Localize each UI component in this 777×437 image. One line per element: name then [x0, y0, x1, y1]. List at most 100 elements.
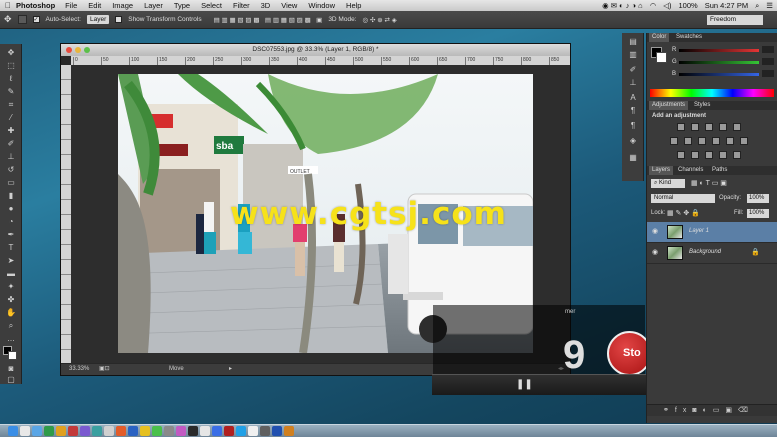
layer-row-background[interactable]: ◉ Background 🔒: [647, 243, 777, 264]
dodge-tool-icon[interactable]: ◔: [4, 217, 18, 227]
hand-tool-icon[interactable]: ✋: [4, 308, 18, 318]
status-icons[interactable]: ◉ ✉ ◐ ♪ ◑ ⌂: [602, 1, 643, 10]
menu-view[interactable]: View: [281, 1, 297, 10]
new-layer-icon[interactable]: ▣: [725, 407, 738, 414]
properties-panel-icon[interactable]: ▥: [626, 50, 640, 60]
layer-row-layer1[interactable]: ◉ Layer 1: [647, 222, 777, 243]
status-tool[interactable]: Move: [169, 364, 184, 375]
auto-select-checkbox[interactable]: [32, 16, 40, 23]
apple-menu-icon[interactable]: : [0, 1, 16, 10]
dock-app-icon[interactable]: [260, 426, 270, 436]
dock-app-icon[interactable]: [212, 426, 222, 436]
dock-app-icon[interactable]: [164, 426, 174, 436]
opacity-input[interactable]: 100%: [747, 194, 769, 203]
move-tool-icon[interactable]: ✥: [4, 14, 12, 25]
dock-app-icon[interactable]: [200, 426, 210, 436]
channel-b-value[interactable]: [762, 70, 774, 77]
history-panel-icon[interactable]: ▤: [626, 37, 640, 47]
tab-adjustments[interactable]: Adjustments: [649, 101, 689, 110]
adjustment-layer-icon[interactable]: ◐: [703, 407, 713, 414]
dock-app-icon[interactable]: [140, 426, 150, 436]
blend-mode-dropdown[interactable]: Normal: [651, 194, 715, 203]
dock-app-icon[interactable]: [20, 426, 30, 436]
exposure-icon[interactable]: [719, 123, 727, 131]
mask-icon[interactable]: ◙: [692, 407, 702, 414]
color-spectrum-bar[interactable]: [650, 89, 774, 97]
marquee-tool-icon[interactable]: ⬚: [4, 61, 18, 71]
status-arrow-icon[interactable]: ▸: [229, 364, 232, 375]
link-layers-icon[interactable]: ⚭: [663, 407, 675, 414]
pen-tool-icon[interactable]: ✒: [4, 230, 18, 240]
screen-mode-icon[interactable]: ▢: [4, 375, 18, 385]
visibility-eye-icon[interactable]: ◉: [652, 228, 661, 235]
tool-preset-picker[interactable]: [17, 15, 27, 24]
eraser-tool-icon[interactable]: ▭: [4, 178, 18, 188]
menu-layer[interactable]: Layer: [144, 1, 163, 10]
auto-select-dropdown[interactable]: Layer: [86, 15, 110, 24]
brush-tool-icon[interactable]: ✐: [4, 139, 18, 149]
menu-edit[interactable]: Edit: [88, 1, 101, 10]
more-tools-icon[interactable]: …: [4, 334, 18, 344]
path-select-tool-icon[interactable]: ➤: [4, 256, 18, 266]
dock-app-icon[interactable]: [68, 426, 78, 436]
dock-app-icon[interactable]: [188, 426, 198, 436]
list-icon[interactable]: ☰: [766, 1, 773, 10]
curves-icon[interactable]: [705, 123, 713, 131]
healing-brush-tool-icon[interactable]: ✚: [4, 126, 18, 136]
fx-icon[interactable]: fx: [675, 407, 692, 414]
tab-layers[interactable]: Layers: [649, 166, 674, 175]
dock-app-icon[interactable]: [152, 426, 162, 436]
color-balance-icon[interactable]: [684, 137, 692, 145]
menu-image[interactable]: Image: [112, 1, 133, 10]
tab-color[interactable]: Color: [649, 33, 670, 42]
eyedropper-tool-icon[interactable]: ⁄: [4, 113, 18, 123]
paragraph-panel-icon[interactable]: ¶: [626, 106, 640, 116]
dock-app-icon[interactable]: [224, 426, 234, 436]
minimize-button[interactable]: [75, 47, 81, 53]
glyphs-panel-icon[interactable]: ¶: [626, 121, 640, 131]
tab-paths[interactable]: Paths: [709, 166, 730, 175]
posterize-icon[interactable]: [691, 151, 699, 159]
dock-app-icon[interactable]: [80, 426, 90, 436]
tab-channels[interactable]: Channels: [675, 166, 706, 175]
dock-app-icon[interactable]: [104, 426, 114, 436]
layer-filter-icons[interactable]: ▦ ◐ T ▭ ▣: [691, 179, 727, 187]
black-white-icon[interactable]: [698, 137, 706, 145]
move-tool-icon[interactable]: ✥: [4, 48, 18, 58]
background-color-swatch[interactable]: [8, 351, 17, 360]
vibrance-icon[interactable]: [733, 123, 741, 131]
search-icon[interactable]: ⌕: [755, 1, 759, 11]
dock-app-icon[interactable]: [32, 426, 42, 436]
fill-input[interactable]: 100%: [747, 209, 769, 218]
dock-app-icon[interactable]: [92, 426, 102, 436]
channel-g-slider[interactable]: [679, 61, 759, 64]
clock[interactable]: Sun 4:27 PM: [705, 1, 748, 10]
layer-name[interactable]: Background: [689, 249, 721, 255]
photo-filter-icon[interactable]: [712, 137, 720, 145]
zoom-tool-icon[interactable]: ⌕: [4, 321, 18, 331]
selective-color-icon[interactable]: [733, 151, 741, 159]
channel-g-value[interactable]: [762, 58, 774, 65]
blur-tool-icon[interactable]: ●: [4, 204, 18, 214]
dock-app-icon[interactable]: [56, 426, 66, 436]
history-brush-tool-icon[interactable]: ↺: [4, 165, 18, 175]
menu-filter[interactable]: Filter: [233, 1, 250, 10]
volume-icon[interactable]: ◁): [663, 1, 671, 10]
dock-app-icon[interactable]: [284, 426, 294, 436]
pause-icon[interactable]: ❚❚: [516, 379, 533, 390]
channel-r-slider[interactable]: [679, 49, 759, 52]
app-menu[interactable]: Photoshop: [16, 1, 55, 10]
menu-select[interactable]: Select: [201, 1, 222, 10]
tab-styles[interactable]: Styles: [691, 101, 713, 110]
dock-app-icon[interactable]: [248, 426, 258, 436]
zoom-button[interactable]: [84, 47, 90, 53]
status-view-icon[interactable]: ▣⊡: [99, 364, 110, 375]
visibility-eye-icon[interactable]: ◉: [652, 249, 661, 256]
3d-camera-tool-icon[interactable]: ✤: [4, 295, 18, 305]
battery-label[interactable]: 100%: [679, 1, 698, 10]
clone-source-icon[interactable]: ⊥: [626, 78, 640, 88]
3d-rotate-tool-icon[interactable]: ✦: [4, 282, 18, 292]
threshold-icon[interactable]: [705, 151, 713, 159]
channel-mixer-icon[interactable]: [726, 137, 734, 145]
3d-panel-icon[interactable]: ◈: [626, 136, 640, 146]
